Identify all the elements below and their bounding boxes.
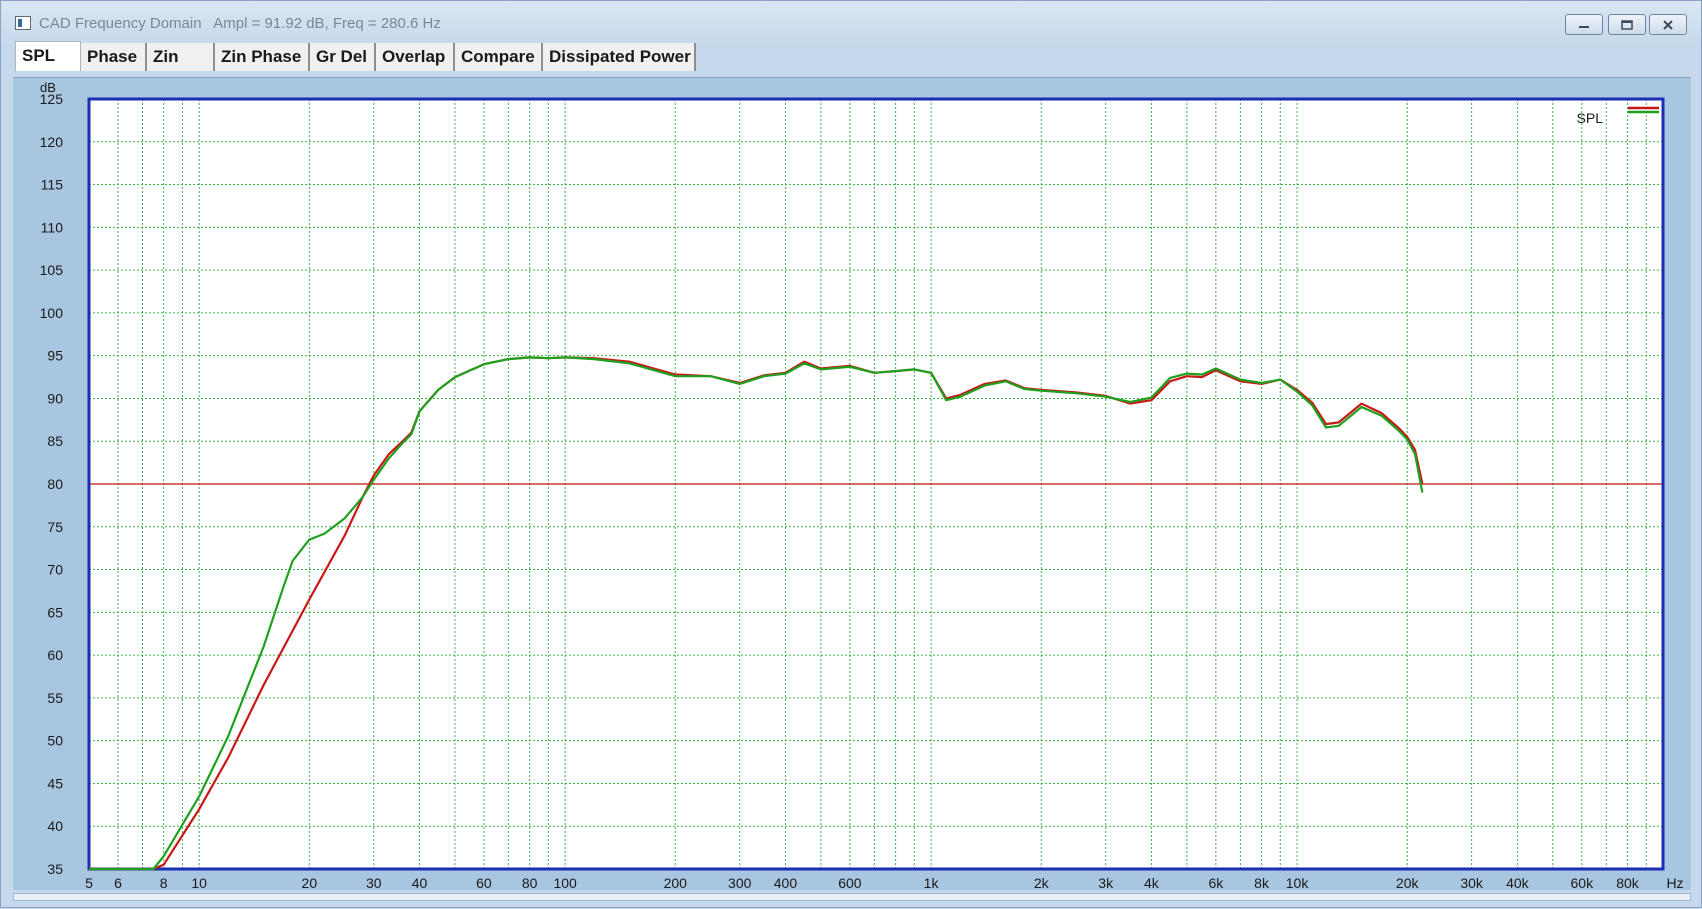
- x-tick-label: 30k: [1460, 875, 1484, 891]
- x-tick-label: 300: [728, 875, 752, 891]
- x-tick-label: 60k: [1571, 875, 1595, 891]
- x-tick-label: 40k: [1506, 875, 1530, 891]
- x-tick-label: 20: [302, 875, 318, 891]
- x-tick-label: 10k: [1286, 875, 1310, 891]
- x-tick-label: 80: [522, 875, 538, 891]
- x-tick-label: 10: [191, 875, 207, 891]
- y-tick-label: 120: [40, 134, 64, 150]
- y-tick-label: 115: [41, 177, 64, 193]
- x-tick-label: 8: [160, 875, 168, 891]
- y-tick-label: 105: [40, 262, 64, 278]
- x-tick-label: 200: [664, 875, 688, 891]
- y-tick-label: 85: [47, 433, 63, 449]
- legend-label: SPL: [1577, 110, 1604, 126]
- x-tick-label: 400: [774, 875, 798, 891]
- x-tick-label: 60: [476, 875, 492, 891]
- x-tick-label: 80k: [1616, 875, 1640, 891]
- x-axis-label: Hz: [1666, 875, 1683, 891]
- x-tick-label: 8k: [1254, 875, 1270, 891]
- x-tick-label: 3k: [1098, 875, 1114, 891]
- x-tick-label: 600: [838, 875, 862, 891]
- x-tick-label: 40: [412, 875, 428, 891]
- y-tick-label: 50: [47, 733, 63, 749]
- x-tick-label: 100: [553, 875, 577, 891]
- x-tick-label: 6: [114, 875, 122, 891]
- y-tick-label: 55: [47, 690, 63, 706]
- y-tick-label: 100: [40, 305, 64, 321]
- app-window: CAD Frequency Domain Ampl = 91.92 dB, Fr…: [0, 0, 1702, 908]
- y-tick-label: 70: [47, 562, 63, 578]
- y-tick-label: 45: [47, 775, 63, 791]
- y-tick-label: 65: [47, 604, 63, 620]
- spl-chart[interactable]: 3540455055606570758085909510010511011512…: [1, 1, 1702, 909]
- y-tick-label: 110: [41, 219, 64, 235]
- y-tick-label: 40: [47, 818, 63, 834]
- y-tick-label: 35: [47, 861, 63, 877]
- y-tick-label: 80: [47, 476, 63, 492]
- y-tick-label: 60: [47, 647, 63, 663]
- x-tick-label: 2k: [1034, 875, 1050, 891]
- y-tick-label: 95: [47, 348, 63, 364]
- y-axis-label: dB: [40, 80, 56, 95]
- y-tick-label: 90: [47, 390, 63, 406]
- x-tick-label: 5: [85, 875, 93, 891]
- x-tick-label: 1k: [924, 875, 940, 891]
- y-tick-label: 75: [47, 519, 63, 535]
- x-tick-label: 20k: [1396, 875, 1420, 891]
- x-tick-label: 4k: [1144, 875, 1160, 891]
- x-tick-label: 30: [366, 875, 382, 891]
- x-tick-label: 6k: [1208, 875, 1224, 891]
